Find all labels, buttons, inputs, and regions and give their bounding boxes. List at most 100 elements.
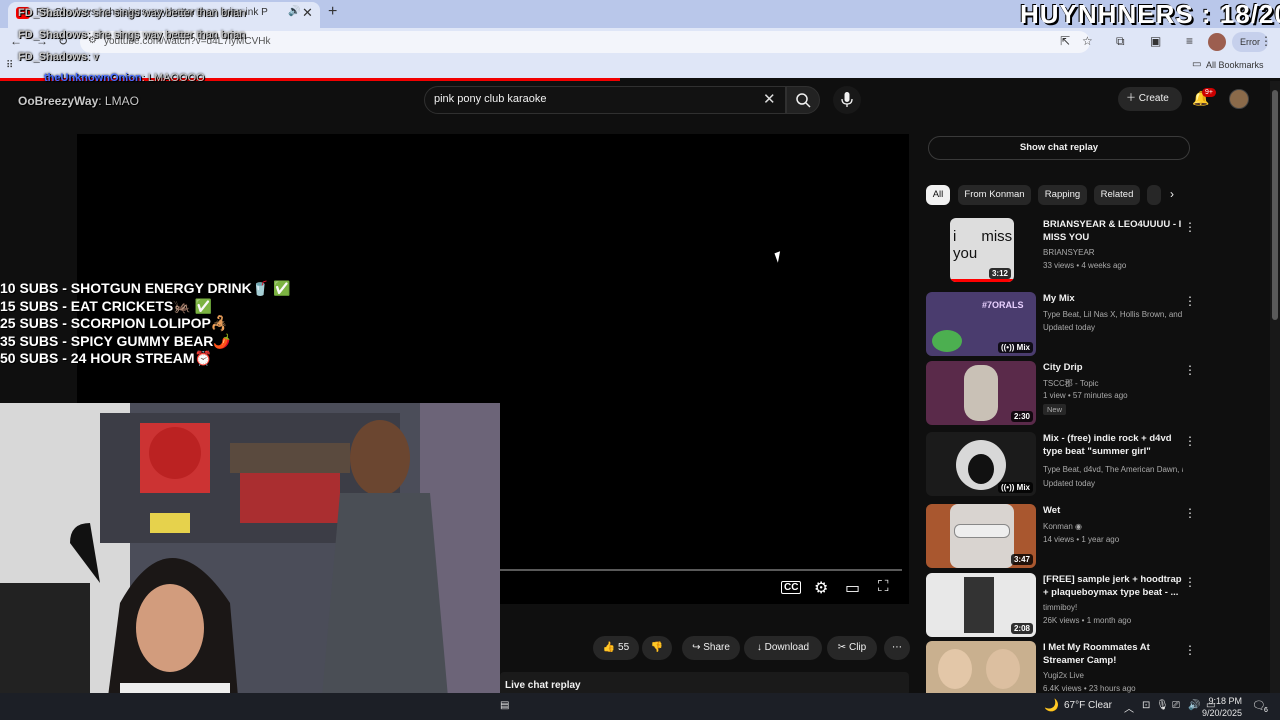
chip-related[interactable]: Related (1094, 185, 1140, 205)
voice-search-button[interactable] (833, 86, 861, 114)
webcam-scene (0, 403, 500, 720)
clock-time[interactable]: 9:18 PM (1196, 696, 1242, 706)
live-chat-replay-label: Live chat replay (505, 680, 581, 691)
folder-icon: ▭ (1192, 59, 1202, 70)
video-progress-bar[interactable] (500, 569, 902, 571)
mix-icon: ((•)) (1000, 483, 1017, 492)
video-title[interactable]: [FREE] sample jerk + hoodtrap + plaquebo… (1043, 573, 1183, 599)
channel-name[interactable]: Konman ◉ (1043, 522, 1183, 531)
channel-name[interactable]: Type Beat, d4vd, The American Dawn, an..… (1043, 465, 1183, 474)
install-icon[interactable]: ⇱ (1060, 34, 1070, 48)
chip-more[interactable] (1147, 185, 1161, 205)
video-meta: Updated today (1043, 479, 1096, 488)
more-vert-icon[interactable]: ⋮ (1184, 643, 1196, 657)
clear-search-icon[interactable]: ✕ (763, 90, 776, 108)
chip-from-konman[interactable]: From Konman (958, 185, 1031, 205)
clock-date[interactable]: 9/20/2025 (1196, 708, 1242, 718)
media-icon[interactable]: ≡ (1186, 34, 1193, 48)
thumbs-down-icon: 👎 (650, 642, 664, 653)
video-title[interactable]: I Met My Roommates At Streamer Camp! (1043, 641, 1183, 667)
recommendation-item[interactable]: 2:30 City Drip TSCC郡 - Topic 1 view • 57… (926, 361, 1196, 427)
extensions-icon[interactable]: ⧉ (1116, 34, 1125, 49)
taskbar-app-icon[interactable]: ▤ (500, 700, 509, 711)
recommendation-item[interactable]: 2:08 [FREE] sample jerk + hoodtrap + pla… (926, 573, 1196, 639)
recommendation-item[interactable]: ((•)) Mix Mix - (free) indie rock + d4vd… (926, 432, 1196, 498)
more-vert-icon[interactable]: ⋮ (1184, 294, 1196, 308)
video-thumbnail[interactable]: i miss you 3:12 (950, 218, 1014, 282)
channel-name[interactable]: Yugi2x Live (1043, 671, 1183, 680)
video-title[interactable]: Wet (1043, 504, 1183, 517)
recommendation-item[interactable]: i miss you 3:12 BRIANSYEAR & LEO4UUUU - … (926, 218, 1196, 284)
profile-avatar[interactable] (1208, 33, 1226, 51)
video-thumbnail[interactable]: ((•)) Mix (926, 432, 1036, 496)
download-button[interactable]: ↓ Download (744, 636, 822, 660)
video-meta: 6.4K views • 23 hours ago (1043, 684, 1136, 693)
person-image (964, 577, 994, 633)
weather-moon-icon[interactable]: 🌙 (1044, 698, 1059, 712)
video-thumbnail[interactable]: 2:08 (926, 573, 1036, 637)
chevron-right-icon[interactable]: › (1170, 187, 1174, 201)
chat-message: FD_Shadows: she sings way better than br… (18, 29, 246, 41)
share-button[interactable]: ↪ Share (682, 636, 740, 660)
recommendation-item[interactable]: #7ORALS ((•)) Mix My Mix Type Beat, Lil … (926, 292, 1196, 358)
scrollbar-thumb[interactable] (1272, 90, 1278, 320)
chat-message: OoBreezyWay: LMAO (18, 94, 139, 108)
create-button[interactable]: ＋ Create (1118, 87, 1182, 111)
clip-button[interactable]: ✂ Clip (827, 636, 877, 660)
sub-goal: 15 SUBS - EAT CRICKETS🦗 ✅ (0, 297, 212, 314)
channel-name[interactable]: TSCC郡 - Topic (1043, 378, 1183, 389)
sidepanel-icon[interactable]: ▣ (1150, 34, 1161, 48)
dislike-button[interactable]: 👎 (642, 636, 672, 660)
chrome-menu-icon[interactable]: ⋮ (1260, 34, 1272, 48)
more-vert-icon[interactable]: ⋮ (1184, 506, 1196, 520)
more-vert-icon[interactable]: ⋮ (1184, 434, 1196, 448)
theater-mode-icon[interactable]: ▭ (845, 578, 860, 598)
video-title[interactable]: City Drip (1043, 361, 1183, 374)
notification-count-badge: 9+ (1202, 88, 1216, 97)
account-avatar[interactable] (1229, 89, 1249, 109)
tray-chevron-icon[interactable]: ︿ (1124, 700, 1134, 715)
video-thumbnail[interactable]: 2:30 (926, 361, 1036, 425)
recommendation-item[interactable]: I Met My Roommates At Streamer Camp! Yug… (926, 641, 1196, 693)
bookmark-star-icon[interactable]: ☆ (1082, 34, 1093, 48)
chip-rapping[interactable]: Rapping (1038, 185, 1087, 205)
new-tab-icon[interactable]: + (328, 3, 337, 21)
captions-icon[interactable]: CC (781, 581, 802, 594)
chip-all[interactable]: All (926, 185, 950, 205)
channel-name[interactable]: BRIANSYEAR (1043, 248, 1183, 257)
show-chat-replay-button[interactable]: Show chat replay (928, 136, 1190, 160)
video-thumbnail[interactable]: 3:47 (926, 504, 1036, 568)
weather-text[interactable]: 67°F Clear (1064, 700, 1112, 711)
fullscreen-icon[interactable]: ⛶ (878, 578, 889, 595)
thumbs-up-icon: 👍 (602, 642, 619, 653)
apps-grid-icon[interactable]: ⠿ (6, 60, 13, 71)
mic-tray-icon[interactable]: 🎙 (1156, 700, 1169, 711)
close-tab-icon[interactable]: ✕ (302, 5, 313, 21)
all-bookmarks-link[interactable]: All Bookmarks (1206, 60, 1264, 70)
viewer-goal-counter: HUYNHNERS : 18/20 (1020, 0, 1280, 29)
speaker-icon[interactable]: 🔊 (288, 6, 300, 17)
settings-gear-icon[interactable]: ⚙ (814, 578, 828, 598)
video-thumbnail[interactable]: #7ORALS ((•)) Mix (926, 292, 1036, 356)
like-button[interactable]: 👍 55 (593, 636, 639, 660)
video-title[interactable]: BRIANSYEAR & LEO4UUUU - I MISS YOU (1043, 218, 1183, 244)
download-icon: ↓ (756, 642, 765, 653)
verified-icon: ◉ (1075, 522, 1083, 531)
video-title[interactable]: My Mix (1043, 292, 1183, 305)
video-thumbnail[interactable] (926, 641, 1036, 693)
tray-app-icon[interactable]: ⊡ (1142, 700, 1150, 711)
recommendation-item[interactable]: 3:47 Wet Konman ◉ 14 views • 1 year ago … (926, 504, 1196, 570)
search-button[interactable] (786, 86, 820, 114)
more-vert-icon[interactable]: ⋮ (1184, 363, 1196, 377)
channel-name[interactable]: timmiboy! (1043, 603, 1183, 612)
more-vert-icon[interactable]: ⋮ (1184, 575, 1196, 589)
video-meta: 1 view • 57 minutes ago (1043, 391, 1128, 400)
video-title[interactable]: Mix - (free) indie rock + d4vd type beat… (1043, 432, 1183, 458)
channel-name[interactable]: Type Beat, Lil Nas X, Hollis Brown, and … (1043, 310, 1183, 319)
video-meta: 33 views • 4 weeks ago (1043, 261, 1127, 270)
more-actions-button[interactable]: ⋯ (884, 636, 910, 660)
scissors-icon: ✂ (837, 642, 849, 653)
search-icon (796, 93, 811, 108)
network-icon[interactable]: ⎚ (1172, 700, 1180, 711)
more-vert-icon[interactable]: ⋮ (1184, 220, 1196, 234)
